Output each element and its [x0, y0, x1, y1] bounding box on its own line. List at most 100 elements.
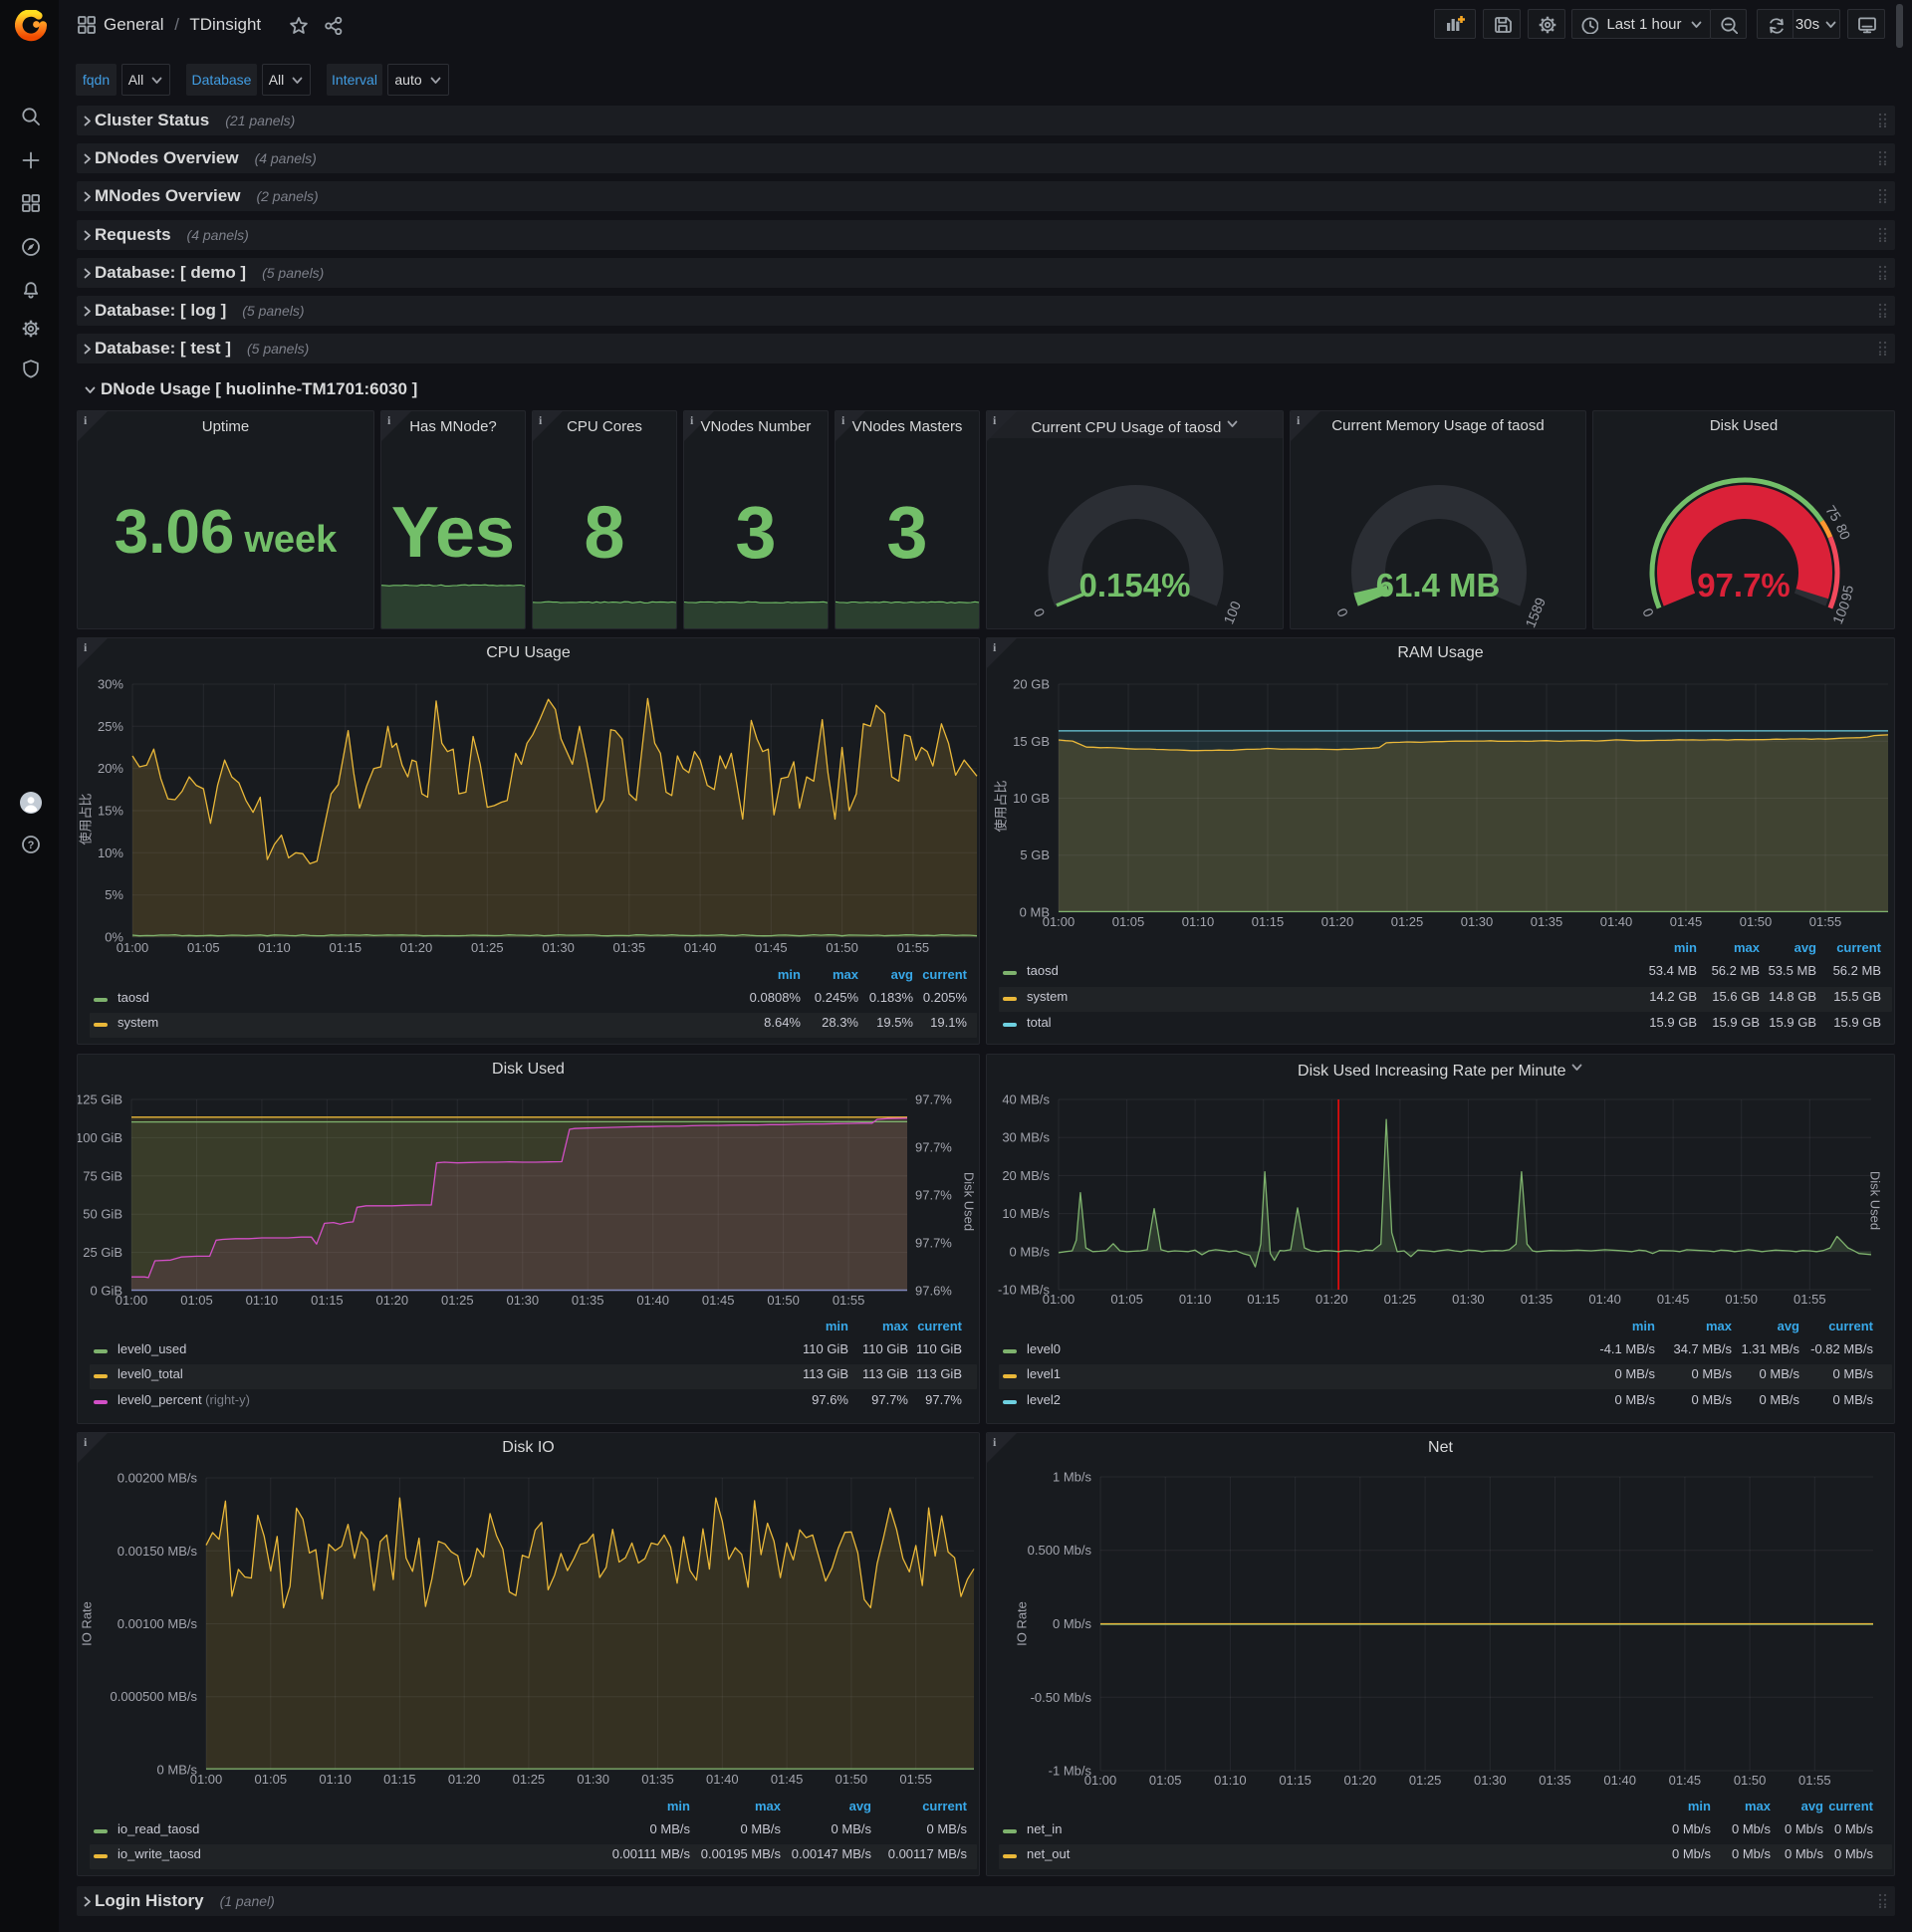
svg-text:-0.50 Mb/s: -0.50 Mb/s — [1031, 1690, 1092, 1705]
svg-text:01:15: 01:15 — [1279, 1773, 1312, 1788]
svg-text:97.6%: 97.6% — [915, 1284, 952, 1299]
svg-text:97.7%: 97.7% — [915, 1188, 952, 1203]
svg-text:01:00: 01:00 — [117, 940, 149, 955]
svg-text:01:10: 01:10 — [319, 1772, 352, 1787]
svg-text:10 MB/s: 10 MB/s — [1002, 1206, 1050, 1221]
svg-text:01:40: 01:40 — [1603, 1773, 1636, 1788]
svg-text:01:30: 01:30 — [507, 1293, 540, 1308]
svg-text:01:10: 01:10 — [1179, 1292, 1212, 1307]
svg-text:01:00: 01:00 — [1084, 1773, 1117, 1788]
svg-text:01:20: 01:20 — [400, 940, 433, 955]
svg-text:01:30: 01:30 — [1461, 914, 1494, 929]
svg-text:01:20: 01:20 — [448, 1772, 481, 1787]
svg-text:0.500 Mb/s: 0.500 Mb/s — [1028, 1543, 1092, 1558]
svg-text:01:50: 01:50 — [1725, 1292, 1758, 1307]
svg-text:01:25: 01:25 — [1409, 1773, 1442, 1788]
svg-text:01:15: 01:15 — [311, 1293, 344, 1308]
svg-text:01:45: 01:45 — [771, 1772, 804, 1787]
svg-text:01:15: 01:15 — [330, 940, 362, 955]
svg-text:01:20: 01:20 — [1321, 914, 1354, 929]
svg-text:01:45: 01:45 — [1670, 914, 1703, 929]
svg-text:01:55: 01:55 — [897, 940, 930, 955]
svg-text:01:30: 01:30 — [1474, 1773, 1507, 1788]
svg-text:01:50: 01:50 — [1734, 1773, 1767, 1788]
svg-text:01:00: 01:00 — [116, 1293, 148, 1308]
svg-text:01:20: 01:20 — [1315, 1292, 1348, 1307]
svg-text:0 MB/s: 0 MB/s — [1010, 1244, 1051, 1259]
svg-text:01:05: 01:05 — [255, 1772, 288, 1787]
svg-text:01:40: 01:40 — [636, 1293, 669, 1308]
svg-text:01:00: 01:00 — [1043, 1292, 1076, 1307]
svg-text:01:45: 01:45 — [1657, 1292, 1690, 1307]
svg-text:97.7%: 97.7% — [915, 1092, 952, 1107]
svg-text:01:35: 01:35 — [1531, 914, 1563, 929]
svg-text:40 MB/s: 40 MB/s — [1002, 1092, 1050, 1107]
svg-text:01:20: 01:20 — [1344, 1773, 1377, 1788]
svg-text:01:25: 01:25 — [1391, 914, 1424, 929]
svg-text:30%: 30% — [98, 677, 123, 692]
svg-text:125 GiB: 125 GiB — [78, 1092, 122, 1107]
svg-text:01:55: 01:55 — [1793, 1292, 1826, 1307]
svg-text:0 Mb/s: 0 Mb/s — [1053, 1616, 1092, 1631]
svg-text:01:45: 01:45 — [1669, 1773, 1702, 1788]
svg-text:50 GiB: 50 GiB — [83, 1207, 122, 1222]
svg-text:01:25: 01:25 — [1384, 1292, 1417, 1307]
svg-text:10 GB: 10 GB — [1013, 791, 1050, 806]
svg-text:01:50: 01:50 — [1740, 914, 1773, 929]
svg-text:01:35: 01:35 — [1539, 1773, 1571, 1788]
svg-text:01:05: 01:05 — [1149, 1773, 1182, 1788]
svg-text:01:00: 01:00 — [1043, 914, 1076, 929]
svg-text:01:05: 01:05 — [1112, 914, 1145, 929]
svg-text:97.7%: 97.7% — [915, 1140, 952, 1155]
svg-text:15%: 15% — [98, 804, 123, 819]
svg-text:01:05: 01:05 — [1110, 1292, 1143, 1307]
svg-text:0.00100 MB/s: 0.00100 MB/s — [118, 1616, 198, 1631]
svg-text:01:40: 01:40 — [1600, 914, 1633, 929]
svg-text:0.00200 MB/s: 0.00200 MB/s — [118, 1471, 198, 1486]
svg-text:75 GiB: 75 GiB — [83, 1168, 122, 1183]
svg-text:?: ? — [28, 840, 35, 851]
svg-text:01:30: 01:30 — [542, 940, 575, 955]
svg-text:01:35: 01:35 — [613, 940, 646, 955]
svg-text:01:40: 01:40 — [1588, 1292, 1621, 1307]
svg-text:01:45: 01:45 — [702, 1293, 735, 1308]
svg-text:01:55: 01:55 — [899, 1772, 932, 1787]
svg-text:01:10: 01:10 — [1182, 914, 1215, 929]
svg-text:01:30: 01:30 — [1452, 1292, 1485, 1307]
svg-text:5 GB: 5 GB — [1020, 847, 1050, 862]
svg-text:01:55: 01:55 — [1809, 914, 1842, 929]
svg-text:01:40: 01:40 — [684, 940, 717, 955]
svg-text:01:35: 01:35 — [572, 1293, 604, 1308]
svg-text:01:35: 01:35 — [641, 1772, 674, 1787]
svg-text:25 GiB: 25 GiB — [83, 1245, 122, 1260]
svg-text:01:15: 01:15 — [1247, 1292, 1280, 1307]
svg-text:15 GB: 15 GB — [1013, 734, 1050, 749]
svg-text:01:15: 01:15 — [383, 1772, 416, 1787]
svg-text:01:20: 01:20 — [376, 1293, 409, 1308]
svg-text:01:25: 01:25 — [441, 1293, 474, 1308]
svg-text:0: 0 — [1639, 605, 1657, 619]
svg-text:01:45: 01:45 — [755, 940, 788, 955]
svg-text:01:40: 01:40 — [706, 1772, 739, 1787]
svg-text:5%: 5% — [105, 887, 123, 902]
svg-text:97.7%: 97.7% — [915, 1236, 952, 1251]
svg-text:0: 0 — [1031, 605, 1049, 619]
svg-text:01:10: 01:10 — [1214, 1773, 1247, 1788]
svg-text:01:25: 01:25 — [513, 1772, 546, 1787]
svg-text:0: 0 — [1333, 605, 1351, 619]
svg-text:25%: 25% — [98, 719, 123, 734]
svg-text:01:55: 01:55 — [1798, 1773, 1831, 1788]
svg-text:01:05: 01:05 — [187, 940, 220, 955]
svg-text:01:50: 01:50 — [836, 1772, 868, 1787]
svg-text:20%: 20% — [98, 761, 123, 776]
svg-text:75: 75 — [1822, 502, 1844, 524]
svg-text:1 Mb/s: 1 Mb/s — [1053, 1470, 1092, 1485]
svg-text:01:30: 01:30 — [577, 1772, 609, 1787]
svg-text:20 GB: 20 GB — [1013, 677, 1050, 692]
svg-text:01:10: 01:10 — [246, 1293, 279, 1308]
svg-text:01:35: 01:35 — [1521, 1292, 1554, 1307]
svg-text:01:50: 01:50 — [767, 1293, 800, 1308]
svg-text:0.00150 MB/s: 0.00150 MB/s — [118, 1544, 198, 1559]
svg-text:80: 80 — [1833, 522, 1854, 543]
svg-text:20 MB/s: 20 MB/s — [1002, 1168, 1050, 1183]
